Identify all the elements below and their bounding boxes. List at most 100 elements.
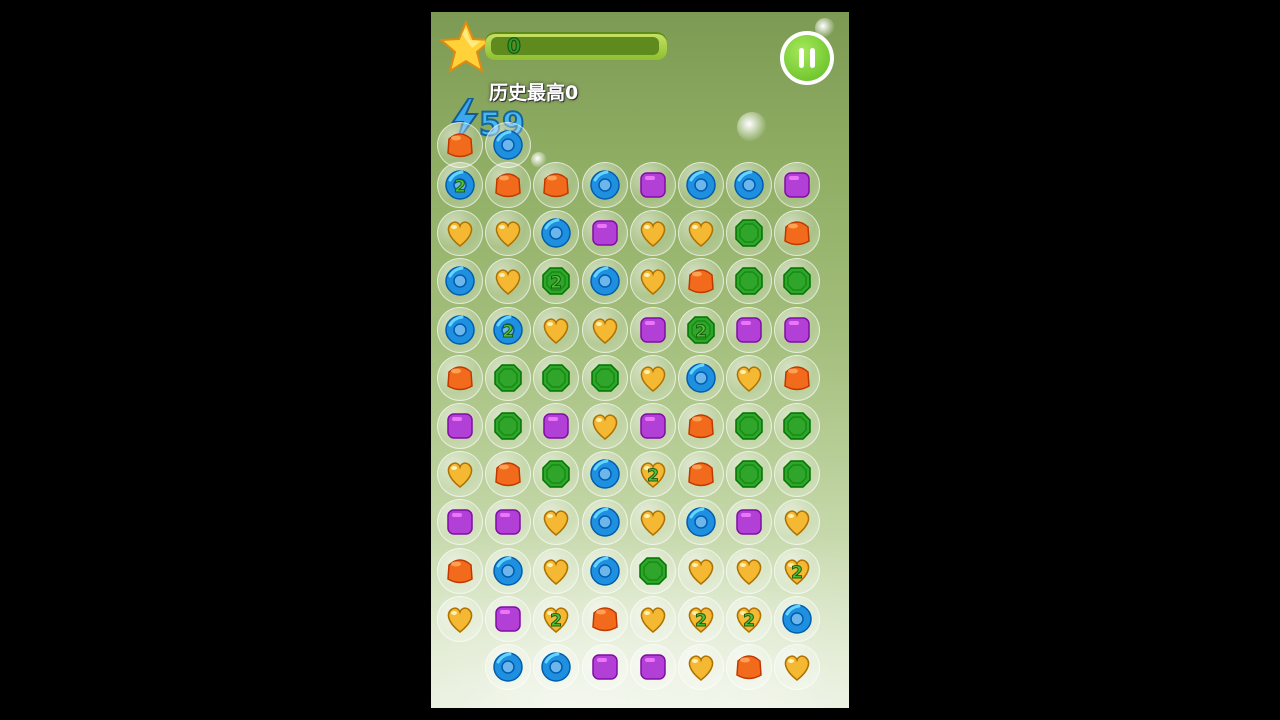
green-candy-icon: [542, 460, 571, 488]
board-cell[interactable]: [678, 644, 724, 690]
board-cell[interactable]: [726, 451, 773, 498]
board-cell[interactable]: [629, 210, 676, 257]
board-cell[interactable]: 2: [485, 306, 532, 353]
board-cell[interactable]: [437, 547, 483, 594]
board-cell[interactable]: [485, 258, 532, 305]
board-cell[interactable]: [726, 210, 773, 257]
board-cell[interactable]: [726, 306, 773, 353]
board-cell[interactable]: 2: [533, 595, 580, 642]
board-cell[interactable]: [533, 644, 580, 690]
board-cell[interactable]: [533, 403, 580, 449]
board-cell[interactable]: 2: [533, 258, 580, 305]
board-cell[interactable]: [485, 644, 532, 690]
board-cell[interactable]: [726, 547, 773, 594]
board-cell[interactable]: [437, 210, 483, 257]
orange-candy-icon: [447, 558, 473, 583]
board-cell[interactable]: [581, 354, 628, 401]
board-cell[interactable]: [581, 499, 628, 546]
board-cell[interactable]: [485, 595, 532, 642]
blue-candy-icon: [445, 314, 475, 345]
board-cell[interactable]: [533, 499, 580, 546]
board-cell[interactable]: [437, 258, 483, 305]
board-cell[interactable]: [629, 595, 676, 642]
board-cell[interactable]: [533, 354, 580, 401]
board-cell[interactable]: [533, 451, 580, 498]
board-cell[interactable]: [629, 403, 676, 449]
board-cell[interactable]: 2: [678, 595, 724, 642]
board-cell[interactable]: 2: [774, 547, 821, 594]
board-cell[interactable]: [485, 451, 532, 498]
board-cell[interactable]: [678, 403, 724, 449]
board-cell[interactable]: [678, 499, 724, 546]
board-cell[interactable]: [774, 595, 821, 642]
board-cell[interactable]: [581, 644, 628, 690]
board-cell[interactable]: [581, 451, 628, 498]
board-cell[interactable]: [533, 547, 580, 594]
board-cell[interactable]: [437, 306, 483, 353]
purple-candy-icon: [495, 606, 521, 632]
board-cell[interactable]: [774, 644, 821, 690]
board-cell[interactable]: [629, 354, 676, 401]
board-cell[interactable]: [774, 210, 821, 257]
board-cell[interactable]: [533, 306, 580, 353]
svg-text:2: 2: [454, 177, 466, 197]
board-cell[interactable]: [678, 210, 724, 257]
green-candy-icon: [590, 364, 619, 392]
board-cell[interactable]: [629, 547, 676, 594]
board-cell[interactable]: [485, 162, 532, 208]
board-cell[interactable]: [726, 354, 773, 401]
board-cell[interactable]: [774, 258, 821, 305]
board-cell[interactable]: [678, 547, 724, 594]
board-cell[interactable]: [774, 403, 821, 449]
board-cell[interactable]: [581, 210, 628, 257]
board-cell[interactable]: [726, 403, 773, 449]
board-cell[interactable]: [774, 499, 821, 546]
board-cell[interactable]: 2: [437, 162, 483, 208]
board-cell[interactable]: [678, 162, 724, 208]
board-cell[interactable]: [678, 451, 724, 498]
board-cell[interactable]: [437, 595, 483, 642]
board-cell[interactable]: [774, 162, 821, 208]
board-cell[interactable]: 2: [726, 595, 773, 642]
board-cell[interactable]: [485, 403, 532, 449]
board-cell[interactable]: [581, 306, 628, 353]
board-cell[interactable]: [533, 162, 580, 208]
board-cell[interactable]: [581, 403, 628, 449]
board-cell-falling[interactable]: [485, 121, 532, 168]
board-cell[interactable]: [629, 499, 676, 546]
board-cell[interactable]: [678, 258, 724, 305]
board-cell[interactable]: [629, 258, 676, 305]
board-cell[interactable]: [774, 354, 821, 401]
green-candy-icon: [783, 460, 812, 488]
board-cell-falling[interactable]: [437, 121, 483, 168]
board-cell[interactable]: [485, 499, 532, 546]
board-cell[interactable]: [485, 354, 532, 401]
board-cell[interactable]: 2: [629, 451, 676, 498]
board-cell[interactable]: [581, 595, 628, 642]
board-cell[interactable]: [629, 162, 676, 208]
board-cell[interactable]: [726, 644, 773, 690]
board-cell[interactable]: [437, 354, 483, 401]
purple-candy-icon: [640, 413, 666, 439]
board-cell[interactable]: [437, 499, 483, 546]
board-cell[interactable]: [533, 210, 580, 257]
board-cell[interactable]: [485, 210, 532, 257]
gold-candy-icon: [640, 269, 666, 296]
pause-button[interactable]: [780, 31, 834, 85]
board-cell[interactable]: [629, 644, 676, 690]
board-cell[interactable]: [581, 258, 628, 305]
board-cell[interactable]: [437, 403, 483, 449]
board-cell[interactable]: [726, 499, 773, 546]
board-cell[interactable]: [774, 306, 821, 353]
board-cell[interactable]: [437, 451, 483, 498]
board-cell[interactable]: [726, 162, 773, 208]
board-cell[interactable]: [581, 547, 628, 594]
board-cell[interactable]: 2: [678, 306, 724, 353]
board-cell[interactable]: [485, 547, 532, 594]
board-cell[interactable]: [678, 354, 724, 401]
gold-candy-icon: [640, 221, 666, 248]
board-cell[interactable]: [726, 258, 773, 305]
board-cell[interactable]: [774, 451, 821, 498]
board-cell[interactable]: [629, 306, 676, 353]
board-cell[interactable]: [581, 162, 628, 208]
